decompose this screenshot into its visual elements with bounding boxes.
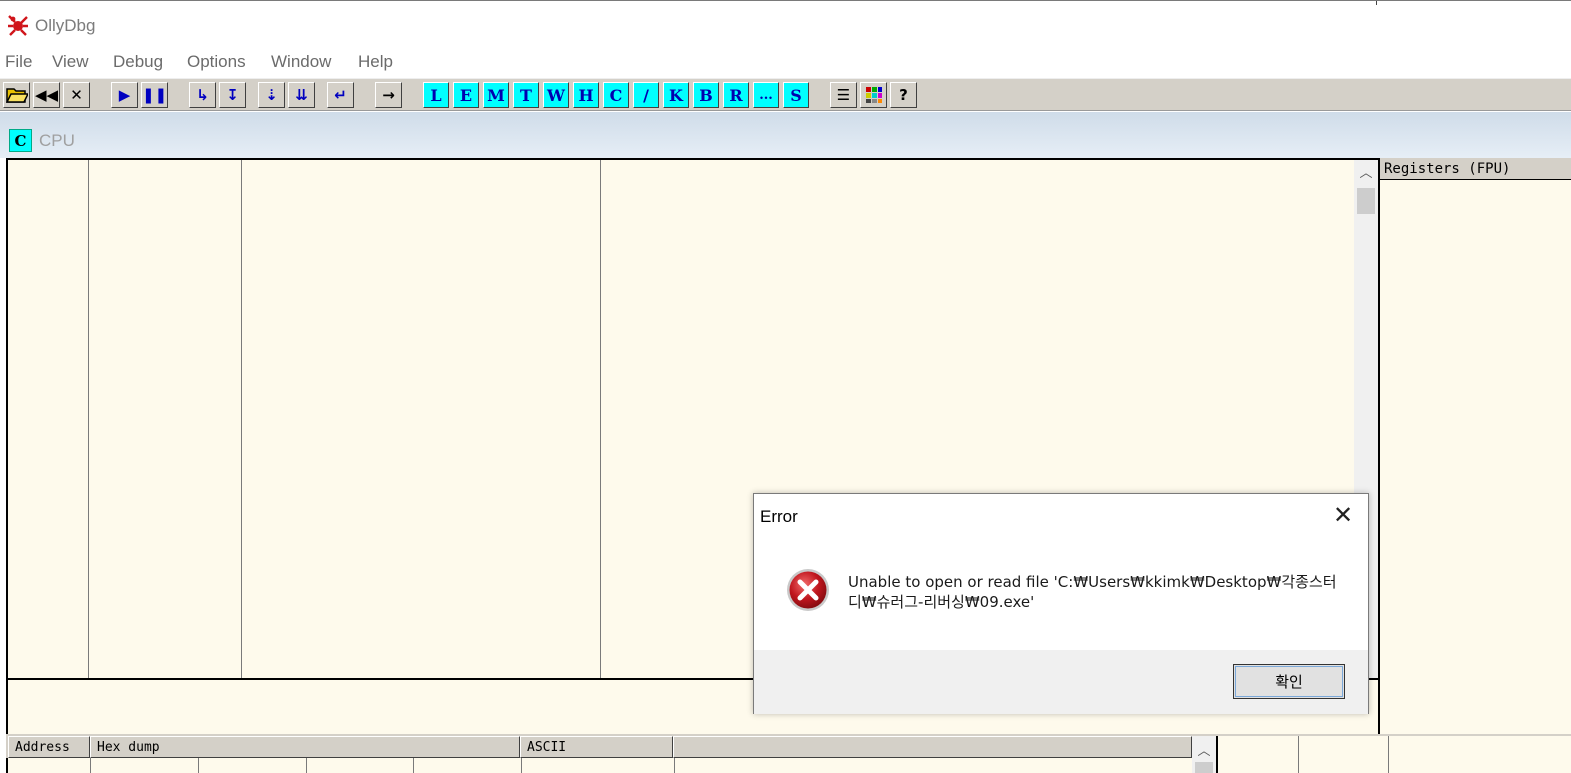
column-separator	[198, 758, 199, 773]
execute-till-return-button[interactable]: ↵	[327, 82, 354, 108]
dump-header-address[interactable]: Address	[8, 736, 90, 758]
column-separator	[306, 758, 307, 773]
menu-file[interactable]: File	[5, 52, 32, 72]
scroll-up-icon[interactable]: ︿	[1354, 162, 1378, 184]
run-button[interactable]: ▶	[111, 82, 138, 108]
window-title: OllyDbg	[35, 16, 96, 35]
error-dialog: Error ✕ Unable to open or read file 'C:₩…	[753, 493, 1369, 714]
windows-button[interactable]: W	[543, 82, 569, 108]
dialog-footer: 확인	[754, 650, 1368, 714]
column-separator[interactable]	[600, 160, 601, 678]
registers-pane[interactable]: Registers (FPU)	[1378, 158, 1571, 734]
scroll-thumb[interactable]	[1195, 762, 1213, 773]
colors-icon	[865, 87, 882, 103]
step-over-icon: ↧	[226, 86, 239, 104]
appearance-button[interactable]: ☰	[830, 82, 857, 108]
scroll-up-icon[interactable]: ︿	[1192, 740, 1216, 759]
menu-help[interactable]: Help	[358, 52, 393, 72]
menu-debug[interactable]: Debug	[113, 52, 163, 72]
column-separator	[90, 758, 91, 773]
error-icon	[787, 569, 829, 611]
menu-window[interactable]: Window	[271, 52, 331, 72]
go-to-icon: →	[382, 86, 395, 104]
dialog-close-button[interactable]: ✕	[1326, 500, 1360, 530]
execute-till-return-icon: ↵	[334, 86, 347, 104]
column-separator[interactable]	[88, 160, 89, 678]
list-icon: ☰	[836, 86, 851, 104]
close-program-button[interactable]: ✕	[63, 82, 90, 108]
dump-scrollbar[interactable]: ︿	[1192, 736, 1216, 773]
restart-icon: ◀◀	[34, 86, 59, 104]
open-file-button[interactable]	[3, 82, 30, 108]
trace-over-button[interactable]: ⇊	[288, 82, 315, 108]
source-button[interactable]: S	[783, 82, 809, 108]
menu-view[interactable]: View	[52, 52, 89, 72]
call-stack-button[interactable]: K	[663, 82, 689, 108]
trace-over-icon: ⇊	[295, 86, 308, 104]
scroll-thumb[interactable]	[1357, 188, 1375, 214]
help-icon: ?	[899, 86, 908, 104]
stack-pane[interactable]	[1216, 736, 1571, 773]
title-bar: OllyDbg	[0, 0, 1571, 48]
breakpoints-button[interactable]: B	[693, 82, 719, 108]
colors-button[interactable]	[860, 82, 887, 108]
log-window-button[interactable]: L	[423, 82, 449, 108]
run-trace-button[interactable]: ...	[753, 82, 779, 108]
go-to-button[interactable]: →	[375, 82, 402, 108]
trace-into-icon: ⇣	[265, 86, 278, 104]
dump-pane[interactable]	[6, 758, 1194, 773]
cpu-button[interactable]: C	[603, 82, 629, 108]
step-into-button[interactable]: ↳	[189, 82, 216, 108]
pause-button[interactable]: ❚❚	[141, 82, 168, 108]
ok-button[interactable]: 확인	[1233, 664, 1345, 699]
cpu-tab-label[interactable]: CPU	[39, 131, 75, 151]
menu-bar: File View Debug Options Window Help	[0, 48, 1571, 78]
column-separator[interactable]	[241, 160, 242, 678]
column-separator	[1298, 736, 1299, 773]
step-into-icon: ↳	[196, 86, 209, 104]
restart-button[interactable]: ◀◀	[33, 82, 60, 108]
dialog-title: Error	[760, 507, 798, 526]
mdi-tab-strip: C CPU	[0, 112, 1571, 158]
open-file-icon	[5, 88, 28, 103]
dump-header-blank	[673, 736, 1192, 758]
references-button[interactable]: R	[723, 82, 749, 108]
dump-header: Address Hex dump ASCII	[6, 736, 1216, 758]
handles-button[interactable]: H	[573, 82, 599, 108]
pause-icon: ❚❚	[141, 86, 168, 104]
step-over-button[interactable]: ↧	[219, 82, 246, 108]
registers-header[interactable]: Registers (FPU)	[1380, 158, 1571, 180]
column-separator	[674, 758, 675, 773]
window-edge-mark	[1376, 1, 1377, 5]
executable-modules-button[interactable]: E	[453, 82, 479, 108]
patches-button[interactable]: /	[633, 82, 659, 108]
close-icon: ✕	[70, 86, 83, 104]
run-icon: ▶	[118, 86, 131, 104]
dump-header-ascii[interactable]: ASCII	[520, 736, 673, 758]
dialog-message: Unable to open or read file 'C:₩Users₩kk…	[848, 573, 1337, 611]
toolbar: ◀◀ ✕ ▶ ❚❚ ↳ ↧ ⇣ ⇊ ↵ → L E M T W H C / K …	[0, 78, 1571, 111]
column-separator	[521, 758, 522, 773]
memory-map-button[interactable]: M	[483, 82, 509, 108]
dump-header-hex[interactable]: Hex dump	[90, 736, 520, 758]
threads-button[interactable]: T	[513, 82, 539, 108]
column-separator	[413, 758, 414, 773]
column-separator	[1388, 736, 1389, 773]
close-icon: ✕	[1332, 501, 1354, 529]
ollydbg-bug-icon	[8, 15, 28, 36]
help-button[interactable]: ?	[890, 82, 917, 108]
cpu-tab-icon[interactable]: C	[9, 129, 32, 152]
menu-options[interactable]: Options	[187, 52, 246, 72]
trace-into-button[interactable]: ⇣	[258, 82, 285, 108]
